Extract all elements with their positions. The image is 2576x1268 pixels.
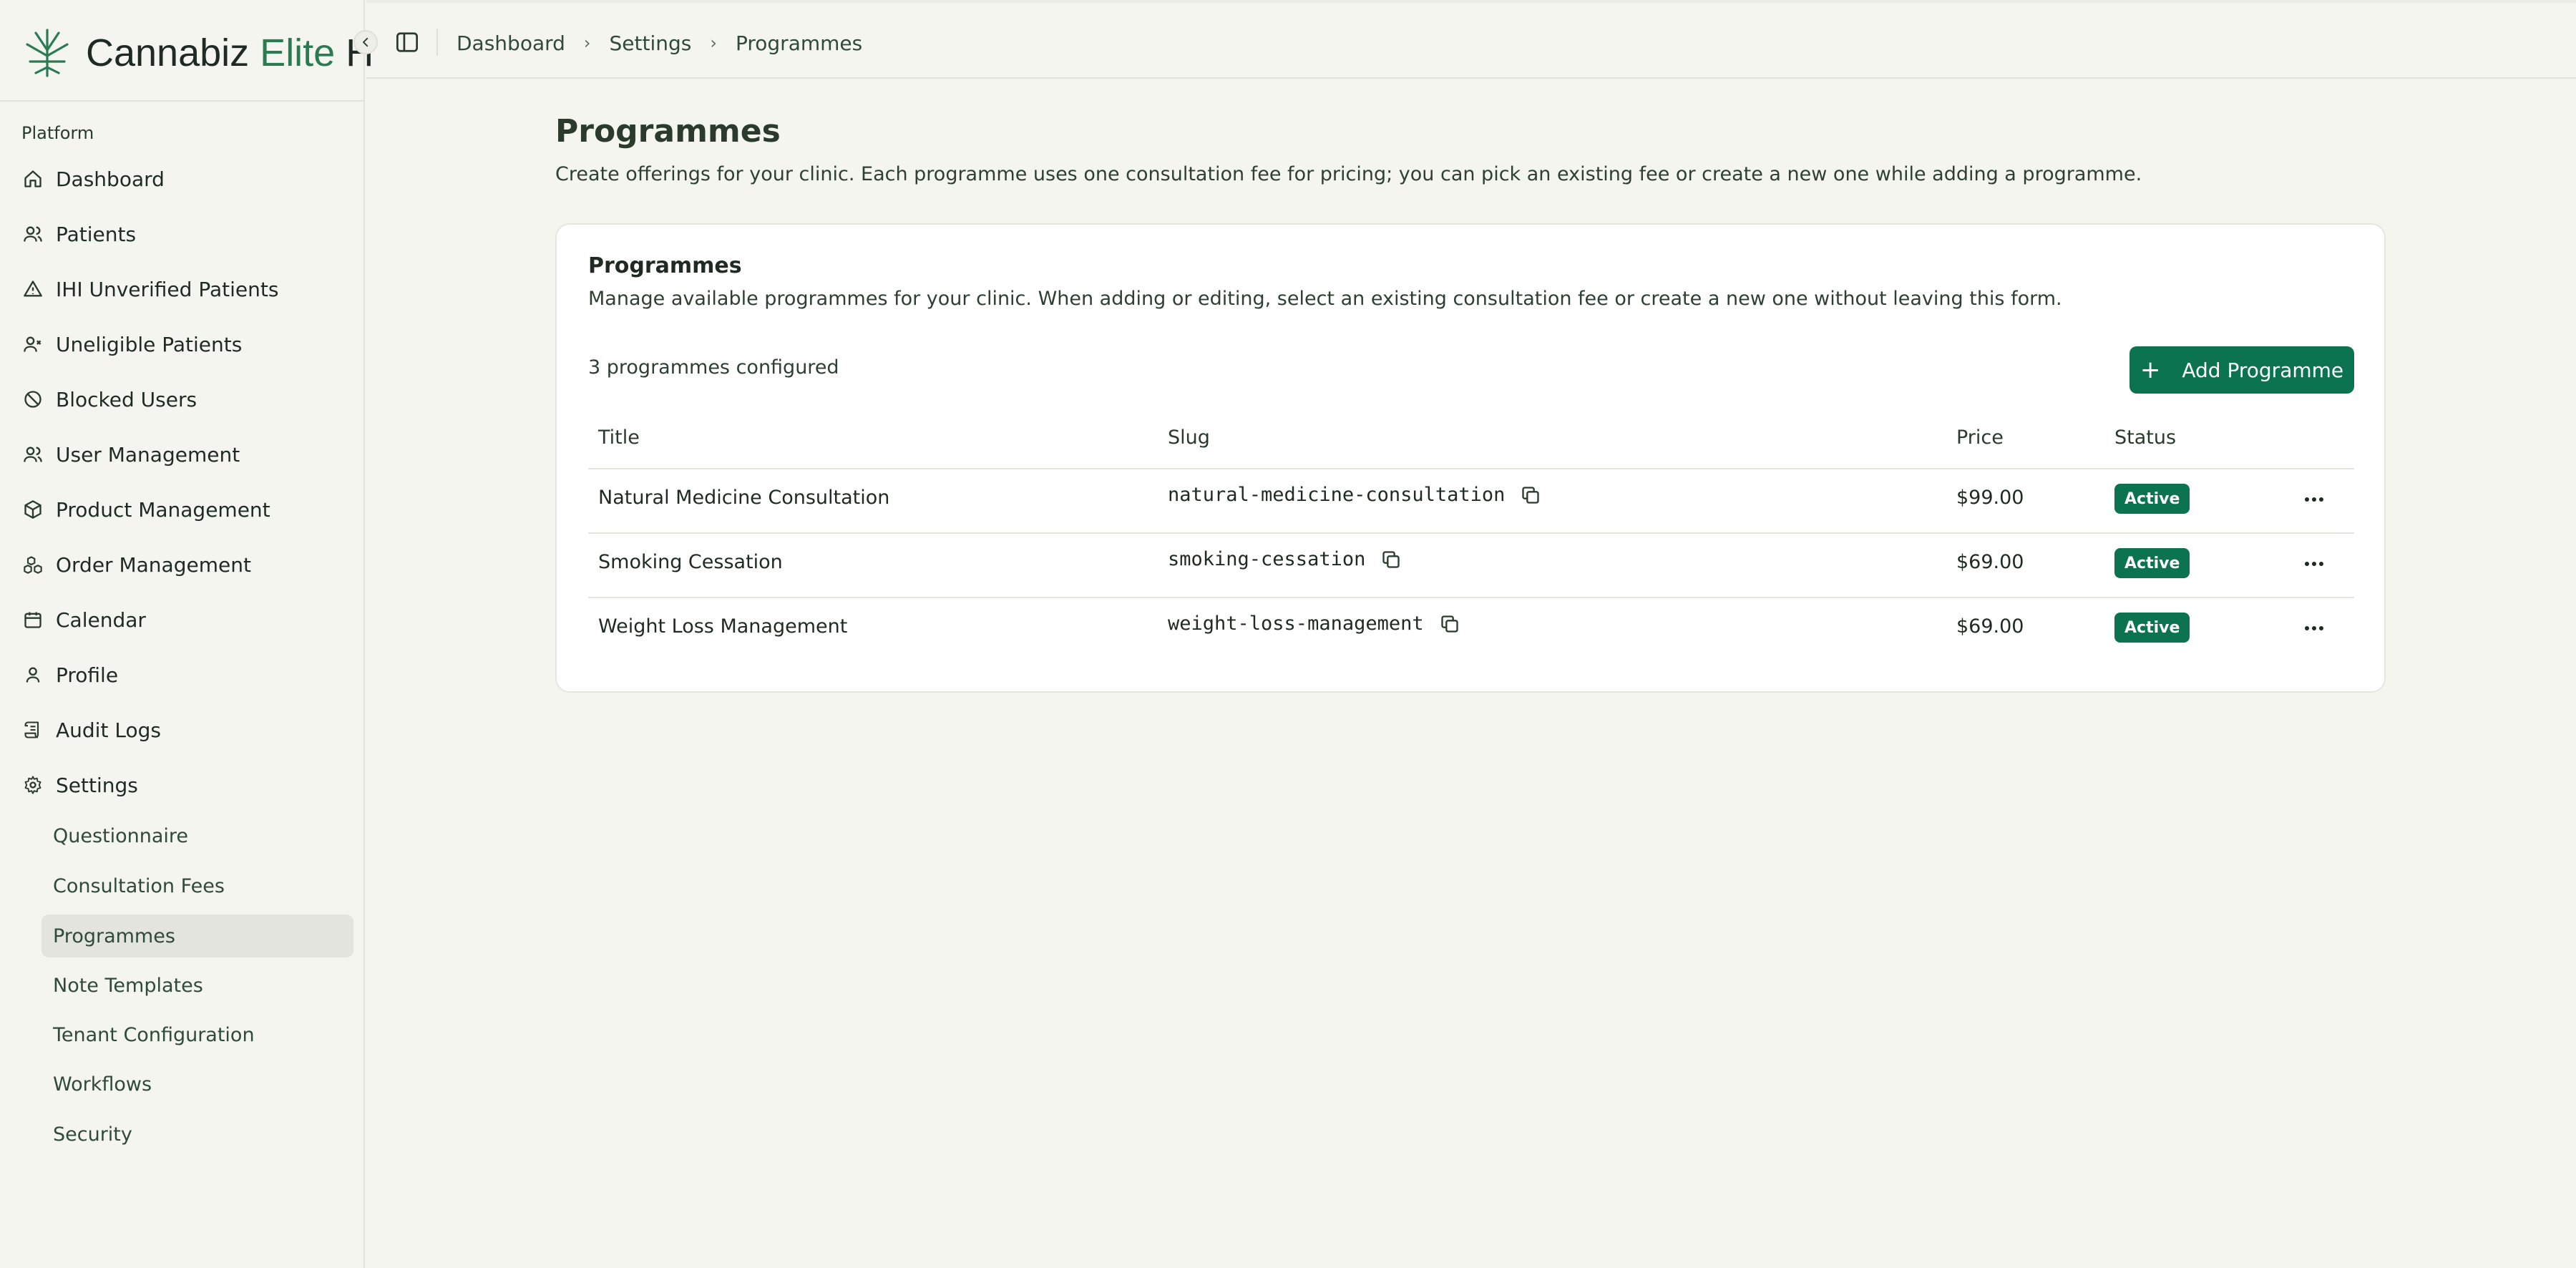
row-slug: natural-medicine-consultation bbox=[1168, 484, 1541, 506]
home-icon bbox=[24, 170, 42, 187]
sidebar-item-blocked-users[interactable]: Blocked Users bbox=[19, 378, 353, 421]
row-slug: weight-loss-management bbox=[1168, 613, 1460, 635]
sidebar-item-label: Product Management bbox=[56, 497, 270, 522]
column-header-slug: Slug bbox=[1168, 426, 1210, 449]
page-title: Programmes bbox=[555, 113, 781, 150]
sidebar-subitem-note-templates[interactable]: Note Templates bbox=[42, 964, 353, 1007]
copy-icon[interactable] bbox=[1521, 485, 1541, 505]
sidebar-item-product-management[interactable]: Product Management bbox=[19, 488, 353, 531]
top-bar: Dashboard › Settings › Programmes bbox=[366, 0, 2576, 79]
sidebar-item-label: Settings bbox=[56, 773, 138, 797]
status-badge: Active bbox=[2114, 548, 2190, 578]
more-actions-icon[interactable] bbox=[2300, 621, 2328, 635]
chevron-right-icon: › bbox=[710, 33, 717, 53]
boxes-icon bbox=[24, 556, 42, 574]
row-price: $69.00 bbox=[1956, 615, 2024, 638]
slug-text: weight-loss-management bbox=[1168, 613, 1424, 635]
chevron-right-icon: › bbox=[583, 33, 591, 53]
users-icon bbox=[24, 447, 42, 462]
sidebar-item-label: IHI Unverified Patients bbox=[56, 277, 279, 301]
divider bbox=[436, 29, 438, 56]
ban-icon bbox=[24, 391, 42, 408]
users-icon bbox=[24, 226, 42, 242]
divider bbox=[0, 100, 365, 102]
sidebar-item-user-management[interactable]: User Management bbox=[19, 433, 353, 476]
sidebar-item-label: User Management bbox=[56, 442, 240, 467]
more-actions-icon[interactable] bbox=[2300, 557, 2328, 571]
breadcrumb-item-settings[interactable]: Settings bbox=[610, 31, 692, 55]
sidebar-subitem-questionnaire[interactable]: Questionnaire bbox=[42, 814, 353, 857]
sidebar-item-label: Profile bbox=[56, 663, 119, 687]
more-actions-icon[interactable] bbox=[2300, 492, 2328, 507]
sidebar-item-label: Uneligible Patients bbox=[56, 332, 243, 356]
sidebar-item-dashboard[interactable]: Dashboard bbox=[19, 157, 353, 200]
sidebar-item-label: Blocked Users bbox=[56, 387, 197, 411]
sidebar-item-label: Audit Logs bbox=[56, 718, 161, 742]
sidebar-item-label: Patients bbox=[56, 222, 137, 246]
sidebar-item-calendar[interactable]: Calendar bbox=[19, 598, 353, 641]
sidebar-item-label: Calendar bbox=[56, 608, 146, 632]
sidebar-subitem-consultation-fees[interactable]: Consultation Fees bbox=[42, 864, 353, 907]
divider bbox=[588, 468, 2354, 469]
sidebar-item-uneligible-patients[interactable]: Uneligible Patients bbox=[19, 323, 353, 366]
slug-text: natural-medicine-consultation bbox=[1168, 484, 1506, 506]
sidebar-toggle-icon[interactable] bbox=[395, 31, 419, 53]
warning-triangle-icon bbox=[24, 281, 42, 297]
column-header-title: Title bbox=[598, 426, 640, 449]
sidebar-subitem-tenant-configuration[interactable]: Tenant Configuration bbox=[42, 1013, 353, 1056]
package-icon bbox=[24, 500, 42, 519]
cannabis-leaf-icon bbox=[26, 29, 69, 77]
sidebar-item-profile[interactable]: Profile bbox=[19, 653, 353, 696]
gear-icon bbox=[24, 776, 42, 794]
column-header-status: Status bbox=[2114, 426, 2177, 449]
row-title: Weight Loss Management bbox=[598, 615, 848, 638]
add-programme-button[interactable]: + Add Programme bbox=[2129, 346, 2354, 394]
status-badge: Active bbox=[2114, 613, 2190, 643]
divider bbox=[588, 597, 2354, 598]
add-programme-label: Add Programme bbox=[2182, 358, 2344, 382]
row-title: Natural Medicine Consultation bbox=[598, 487, 890, 509]
row-price: $69.00 bbox=[1956, 551, 2024, 573]
sidebar-item-settings[interactable]: Settings bbox=[19, 764, 353, 806]
calendar-icon bbox=[24, 612, 42, 628]
sidebar-subitem-security[interactable]: Security bbox=[42, 1113, 353, 1156]
sidebar-item-order-management[interactable]: Order Management bbox=[19, 543, 353, 586]
plus-icon: + bbox=[2140, 356, 2161, 384]
row-slug: smoking-cessation bbox=[1168, 548, 1401, 570]
section-label-platform: Platform bbox=[21, 123, 94, 143]
slug-text: smoking-cessation bbox=[1168, 548, 1366, 570]
breadcrumb: Dashboard › Settings › Programmes bbox=[457, 27, 862, 59]
programmes-count: 3 programmes configured bbox=[588, 356, 839, 379]
user-icon bbox=[26, 667, 40, 683]
divider bbox=[588, 532, 2354, 534]
copy-icon[interactable] bbox=[1440, 614, 1460, 634]
sidebar-collapse-button[interactable] bbox=[353, 30, 378, 54]
chevron-left-icon bbox=[363, 37, 369, 47]
sidebar-subitem-programmes[interactable]: Programmes bbox=[42, 915, 353, 957]
copy-icon[interactable] bbox=[1381, 550, 1401, 570]
programmes-card: Programmes Manage available programmes f… bbox=[555, 223, 2386, 693]
card-title: Programmes bbox=[588, 253, 742, 278]
sidebar-item-label: Order Management bbox=[56, 552, 251, 577]
sidebar-subitem-workflows[interactable]: Workflows bbox=[42, 1063, 353, 1106]
sidebar-item-label: Dashboard bbox=[56, 167, 165, 191]
brand-logo[interactable]: Cannabiz Elite H bbox=[19, 24, 374, 82]
row-title: Smoking Cessation bbox=[598, 551, 783, 573]
sidebar-item-patients[interactable]: Patients bbox=[19, 213, 353, 255]
brand-name-accent: Elite bbox=[260, 31, 336, 74]
status-badge: Active bbox=[2114, 484, 2190, 514]
scroll-icon bbox=[24, 721, 39, 738]
row-price: $99.00 bbox=[1956, 487, 2024, 509]
column-header-price: Price bbox=[1956, 426, 2004, 449]
breadcrumb-item-dashboard[interactable]: Dashboard bbox=[457, 31, 565, 55]
sidebar: Cannabiz Elite H Platform Dashboard Pati… bbox=[0, 0, 374, 1268]
sidebar-item-audit-logs[interactable]: Audit Logs bbox=[19, 708, 353, 751]
card-description: Manage available programmes for your cli… bbox=[588, 288, 2062, 310]
page-description: Create offerings for your clinic. Each p… bbox=[555, 163, 2142, 185]
sidebar-item-ihi-unverified-patients[interactable]: IHI Unverified Patients bbox=[19, 268, 353, 311]
brand-name: Cannabiz bbox=[86, 31, 250, 74]
user-x-icon bbox=[24, 336, 42, 352]
breadcrumb-item-current: Programmes bbox=[735, 31, 863, 55]
